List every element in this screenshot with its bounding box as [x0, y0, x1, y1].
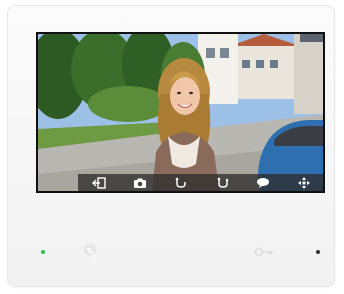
call-talk-icon: [84, 244, 96, 258]
exit-icon: [91, 176, 106, 189]
unlock-key-button[interactable]: [254, 244, 274, 258]
snapshot-button[interactable]: [129, 175, 151, 190]
unlock-2-button[interactable]: [211, 175, 233, 190]
exit-button[interactable]: [88, 175, 110, 190]
navigate-button[interactable]: [293, 175, 315, 190]
unlock-1-icon: [175, 177, 186, 188]
unlock-1-button[interactable]: [170, 175, 192, 190]
talk-icon: [257, 177, 270, 188]
navigate-icon: [298, 176, 311, 189]
video-screen[interactable]: [36, 32, 325, 193]
screen-toolbar: [78, 174, 323, 191]
talk-button[interactable]: [252, 175, 274, 190]
camera-icon: [133, 178, 146, 188]
status-led-left: [41, 250, 45, 254]
unlock-2-icon: [217, 177, 229, 188]
camera-feed-image: [38, 34, 323, 191]
key-unlock-icon: [254, 247, 273, 257]
call-talk-button[interactable]: [82, 243, 98, 259]
status-led-right: [316, 250, 320, 254]
